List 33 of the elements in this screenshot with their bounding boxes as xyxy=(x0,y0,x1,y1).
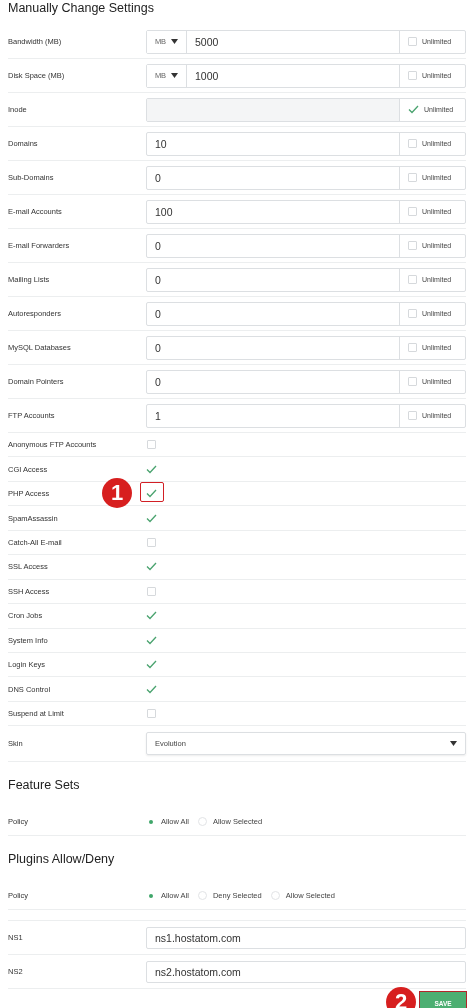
check-icon[interactable] xyxy=(146,635,157,645)
section-heading: Feature Sets xyxy=(8,778,80,793)
check-icon[interactable] xyxy=(146,660,157,670)
check-icon[interactable] xyxy=(408,105,419,114)
caret-icon xyxy=(450,741,457,747)
caret-icon xyxy=(171,39,179,44)
check-icon[interactable] xyxy=(146,513,157,523)
checkbox[interactable] xyxy=(147,537,156,547)
section-heading: Manually Change Settings xyxy=(8,1,154,15)
section-heading: Plugins Allow/Deny xyxy=(8,852,115,867)
check-icon[interactable] xyxy=(146,489,157,499)
checkbox[interactable] xyxy=(408,411,417,420)
checkbox[interactable] xyxy=(408,173,417,182)
checkbox[interactable] xyxy=(408,377,417,386)
checkbox[interactable] xyxy=(408,309,417,318)
checkbox[interactable] xyxy=(408,71,417,80)
checkbox[interactable] xyxy=(408,241,417,250)
check-icon[interactable] xyxy=(146,611,157,621)
checkbox[interactable] xyxy=(147,586,156,596)
check-icon[interactable] xyxy=(146,562,157,572)
checkbox[interactable] xyxy=(408,37,417,46)
text-input[interactable]: ns2.hostatom.com xyxy=(146,960,466,983)
checkbox[interactable] xyxy=(147,709,156,719)
step-marker: 1 xyxy=(102,478,132,509)
checkbox[interactable] xyxy=(408,343,417,352)
checkbox[interactable] xyxy=(408,207,417,216)
text-input[interactable]: ns1.hostatom.com xyxy=(146,926,466,949)
check-icon[interactable] xyxy=(146,464,157,474)
check-icon[interactable] xyxy=(146,684,157,694)
checkbox[interactable] xyxy=(408,275,417,284)
checkbox[interactable] xyxy=(408,139,417,148)
checkbox[interactable] xyxy=(147,440,156,450)
caret-icon xyxy=(171,73,179,78)
